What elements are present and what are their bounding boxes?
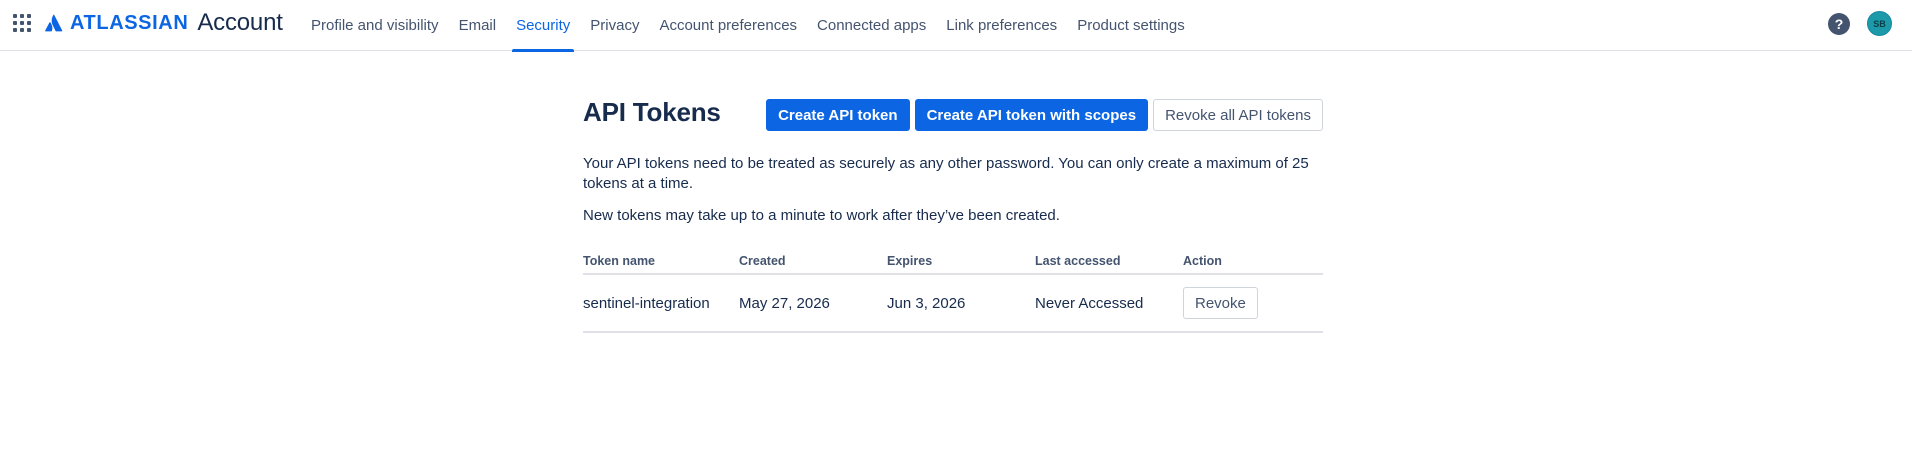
action-cell: Revoke bbox=[1183, 274, 1323, 333]
api-tokens-table: Token name Created Expires Last accessed… bbox=[583, 254, 1323, 333]
column-header-expires: Expires bbox=[887, 254, 1035, 275]
nav-security[interactable]: Security bbox=[506, 0, 580, 52]
main-nav: Profile and visibility Email Security Pr… bbox=[301, 0, 1195, 52]
avatar[interactable]: SB bbox=[1867, 11, 1892, 36]
column-header-created: Created bbox=[739, 254, 887, 275]
last-accessed-cell: Never Accessed bbox=[1035, 274, 1183, 333]
revoke-button[interactable]: Revoke bbox=[1183, 287, 1258, 319]
nav-link-preferences[interactable]: Link preferences bbox=[936, 0, 1067, 51]
description-text: Your API tokens need to be treated as se… bbox=[583, 155, 1309, 192]
nav-account-preferences[interactable]: Account preferences bbox=[649, 0, 807, 51]
grid-9-dots-icon[interactable] bbox=[13, 14, 31, 32]
atlassian-account-logo[interactable]: ATLASSIAN Account bbox=[45, 9, 283, 36]
nav-connected-apps[interactable]: Connected apps bbox=[807, 0, 936, 51]
page-title: API Tokens bbox=[583, 97, 721, 127]
nav-email[interactable]: Email bbox=[449, 0, 507, 51]
note-text: New tokens may take up to a minute to wo… bbox=[583, 207, 1060, 224]
expires-cell: Jun 3, 2026 bbox=[887, 274, 1035, 333]
token-actions: Create API token Create API token with s… bbox=[766, 99, 1323, 131]
top-navigation-bar: ATLASSIAN Account Profile and visibility… bbox=[0, 0, 1912, 52]
token-name-cell: sentinel-integration bbox=[583, 274, 739, 333]
created-cell: May 27, 2026 bbox=[739, 274, 887, 333]
revoke-all-api-tokens-button[interactable]: Revoke all API tokens bbox=[1153, 99, 1323, 131]
logo-product-name: Account bbox=[197, 9, 283, 36]
table-header-row: Token name Created Expires Last accessed… bbox=[583, 254, 1323, 275]
api-tokens-section: API Tokens Create API token Create API t… bbox=[583, 97, 1323, 333]
help-icon[interactable]: ? bbox=[1828, 13, 1850, 35]
nav-product-settings[interactable]: Product settings bbox=[1067, 0, 1195, 51]
create-api-token-with-scopes-button[interactable]: Create API token with scopes bbox=[914, 99, 1149, 131]
column-header-last-accessed: Last accessed bbox=[1035, 254, 1183, 275]
column-header-action: Action bbox=[1183, 254, 1323, 275]
title-row: API Tokens Create API token Create API t… bbox=[583, 97, 1323, 137]
create-api-token-button[interactable]: Create API token bbox=[766, 99, 910, 131]
nav-profile-and-visibility[interactable]: Profile and visibility bbox=[301, 0, 449, 51]
logo-wordmark: ATLASSIAN bbox=[70, 11, 189, 34]
atlassian-logo-icon bbox=[45, 14, 63, 32]
nav-privacy[interactable]: Privacy bbox=[580, 0, 649, 51]
column-header-token-name: Token name bbox=[583, 254, 739, 275]
table-row: sentinel-integration May 27, 2026 Jun 3,… bbox=[583, 274, 1323, 333]
